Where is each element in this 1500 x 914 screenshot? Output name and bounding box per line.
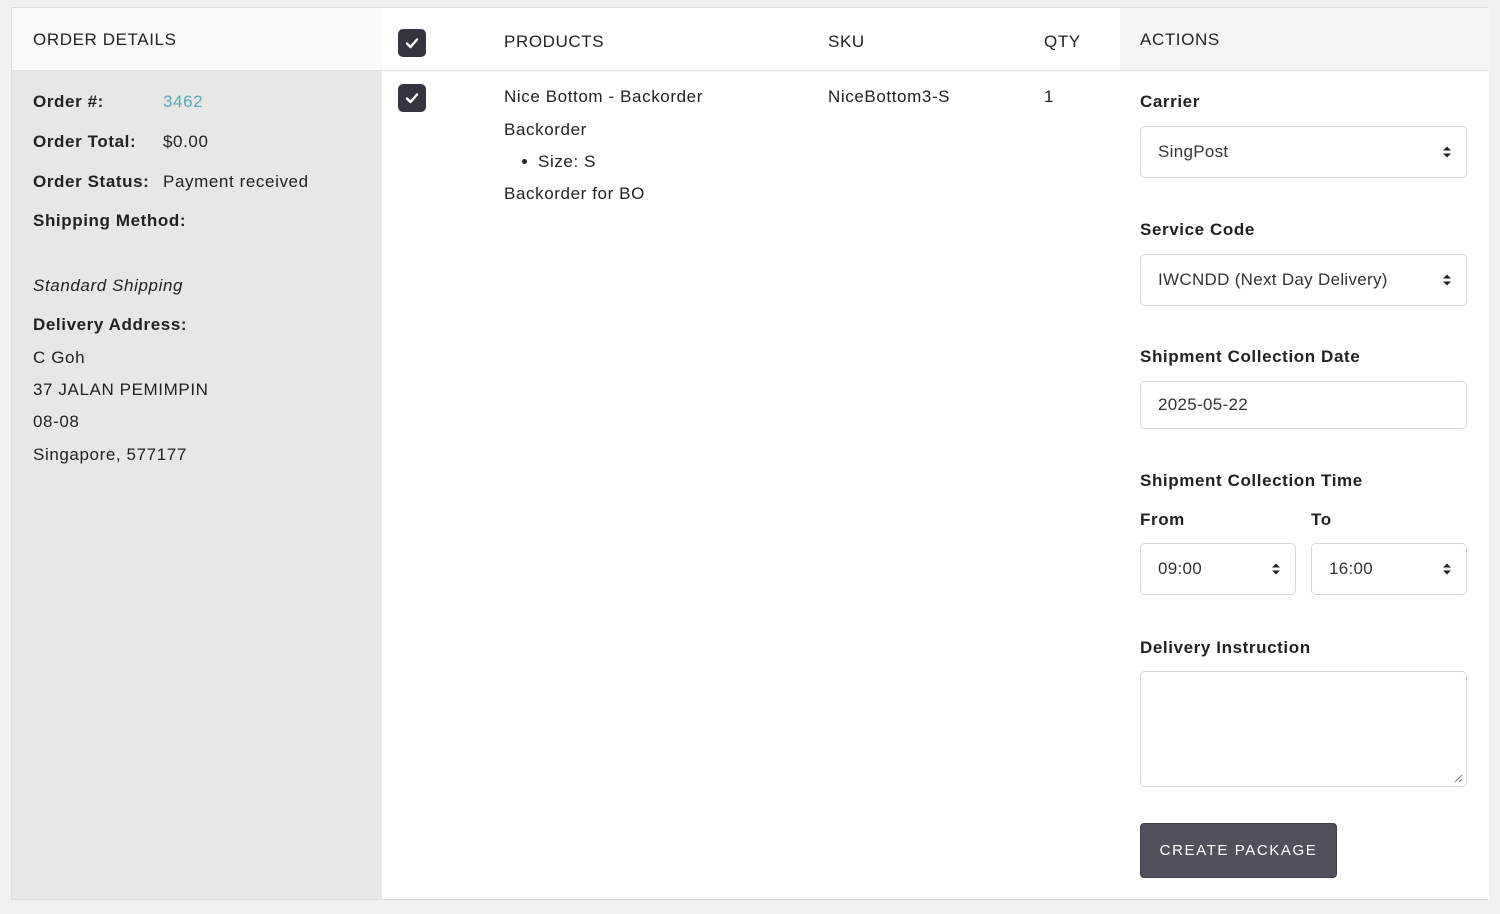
service-code-label: Service Code xyxy=(1140,220,1255,239)
column-header-qty: QTY xyxy=(1044,32,1081,51)
shipping-method-label: Shipping Method: xyxy=(33,211,187,230)
from-time-value: 09:00 xyxy=(1158,559,1203,578)
to-time-value: 16:00 xyxy=(1329,559,1374,578)
row-checkbox[interactable] xyxy=(398,84,426,112)
product-name: Nice Bottom - Backorder xyxy=(504,87,703,106)
order-details-panel: ORDER DETAILS Order #: 3462 Order Total:… xyxy=(12,8,382,899)
shipping-method-value: Standard Shipping xyxy=(33,276,184,295)
product-sku: NiceBottom3-S xyxy=(828,87,951,106)
select-arrows-icon xyxy=(1443,563,1451,575)
check-icon xyxy=(405,38,419,49)
product-status: Backorder xyxy=(504,120,587,139)
order-status-value: Payment received xyxy=(163,172,309,191)
collection-date-value: 2025-05-22 xyxy=(1158,395,1248,414)
select-arrows-icon xyxy=(1443,274,1451,286)
order-number-label: Order #: xyxy=(33,92,104,111)
select-all-checkbox[interactable] xyxy=(398,29,426,57)
product-option: Size: S xyxy=(522,152,596,172)
order-total-label: Order Total: xyxy=(33,132,137,151)
bullet-icon xyxy=(522,159,527,165)
order-total-value: $0.00 xyxy=(163,132,209,151)
delivery-instruction-textarea[interactable] xyxy=(1140,671,1467,787)
resize-handle-icon[interactable] xyxy=(1453,773,1463,783)
product-note: Backorder for BO xyxy=(504,184,645,203)
select-arrows-icon xyxy=(1443,146,1451,158)
service-code-selected-value: IWCNDD (Next Day Delivery) xyxy=(1158,270,1388,289)
delivery-instruction-label: Delivery Instruction xyxy=(1140,638,1311,657)
products-table: PRODUCTS SKU QTY Nice Bottom - Backorder… xyxy=(382,8,1120,899)
create-package-button[interactable]: CREATE PACKAGE xyxy=(1140,823,1337,878)
column-header-sku: SKU xyxy=(828,32,865,51)
order-details-title: ORDER DETAILS xyxy=(12,8,382,71)
actions-panel: ACTIONS Carrier SingPost Service Code IW… xyxy=(1120,8,1489,899)
order-status-label: Order Status: xyxy=(33,172,150,191)
order-fulfillment-card: ORDER DETAILS Order #: 3462 Order Total:… xyxy=(11,7,1489,900)
table-header: PRODUCTS SKU QTY xyxy=(382,8,1120,71)
address-line: C Goh xyxy=(33,348,86,367)
select-arrows-icon xyxy=(1272,563,1280,575)
order-number-link[interactable]: 3462 xyxy=(163,92,203,112)
to-time-select[interactable]: 16:00 xyxy=(1311,543,1467,595)
service-code-select[interactable]: IWCNDD (Next Day Delivery) xyxy=(1140,254,1467,306)
check-icon xyxy=(405,93,419,104)
order-total-row: Order Total: $0.00 xyxy=(33,132,208,152)
from-label: From xyxy=(1140,510,1185,529)
collection-time-label: Shipment Collection Time xyxy=(1140,471,1363,490)
order-status-row: Order Status: Payment received xyxy=(33,172,308,192)
product-qty: 1 xyxy=(1044,87,1055,106)
address-line: 08-08 xyxy=(33,412,80,431)
carrier-selected-value: SingPost xyxy=(1158,142,1229,161)
to-label: To xyxy=(1311,510,1332,529)
from-time-select[interactable]: 09:00 xyxy=(1140,543,1296,595)
address-line: 37 JALAN PEMIMPIN xyxy=(33,380,209,399)
order-number-row: Order #: 3462 xyxy=(33,92,203,112)
address-line: Singapore, 577177 xyxy=(33,445,187,464)
column-header-products: PRODUCTS xyxy=(504,32,605,51)
carrier-label: Carrier xyxy=(1140,92,1200,111)
actions-title: ACTIONS xyxy=(1120,8,1489,71)
carrier-select[interactable]: SingPost xyxy=(1140,126,1467,178)
collection-date-label: Shipment Collection Date xyxy=(1140,347,1361,366)
collection-date-input[interactable]: 2025-05-22 xyxy=(1140,381,1467,429)
delivery-address-label: Delivery Address: xyxy=(33,315,188,334)
product-option-text: Size: S xyxy=(538,152,597,171)
